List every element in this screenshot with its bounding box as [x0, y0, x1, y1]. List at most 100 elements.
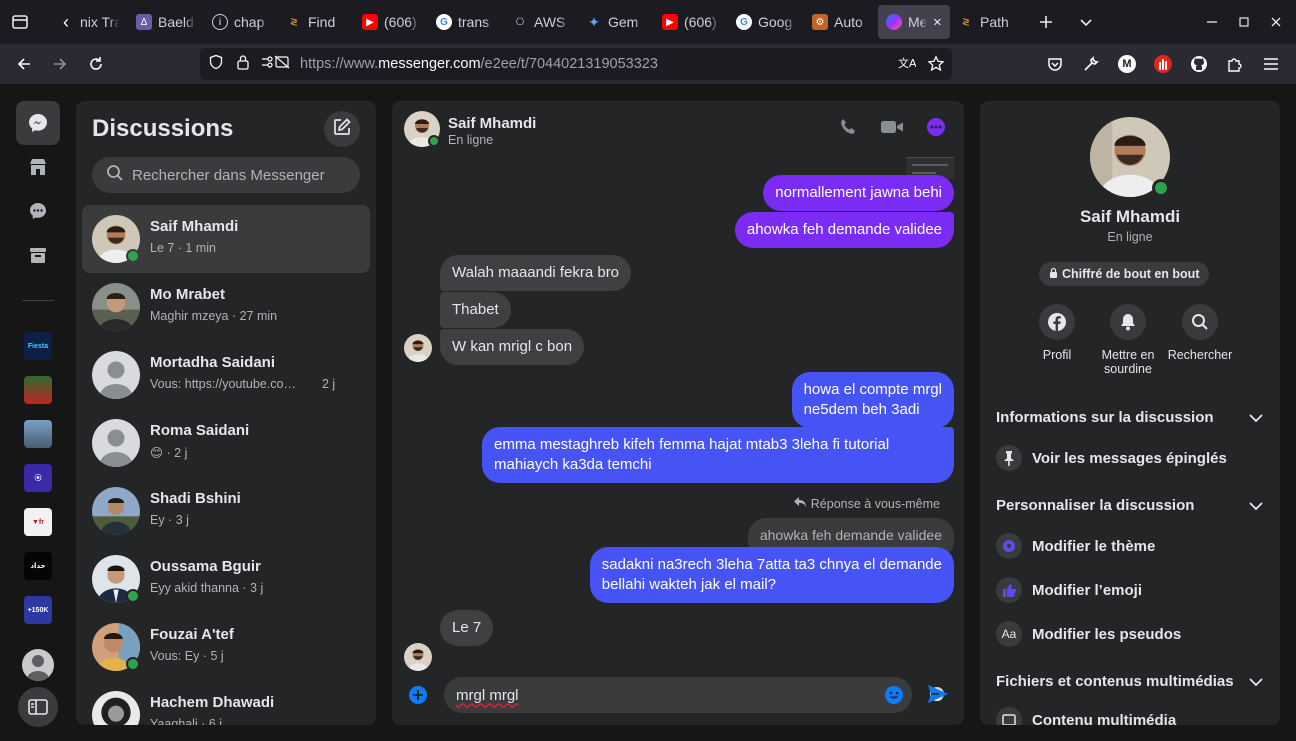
minimize-button[interactable]	[1196, 6, 1228, 38]
extensions-puzzle-icon[interactable]	[1219, 48, 1251, 80]
message-incoming[interactable]: Thabet	[440, 292, 511, 328]
tab-overview-icon[interactable]	[4, 6, 36, 38]
translate-icon[interactable]: 文A	[898, 56, 917, 76]
conversation-item[interactable]: Shadi Bshini Ey · 3 j	[82, 477, 370, 545]
message-outgoing[interactable]: normallement jawna behi	[763, 175, 954, 211]
mute-action[interactable]: Mettre en sourdine	[1092, 304, 1164, 376]
change-emoji-item[interactable]: Modifier l’emoji	[996, 577, 1142, 603]
contact-name[interactable]: Saif Mhamdi	[448, 115, 536, 132]
send-button[interactable]	[924, 682, 952, 710]
message-input[interactable]: mrgl mrgl	[444, 677, 912, 713]
close-tab-icon[interactable]: ✕	[933, 16, 942, 29]
browser-tab-bar: ‹ nix Tra Δ Baeld i chap ≷ Find ▶ (606) Gtrans ⎔ AWS…	[0, 0, 1296, 44]
conversation-item[interactable]: Fouzai A'tef Vous: Ey · 5 j	[82, 613, 370, 681]
new-tab-button[interactable]	[1030, 6, 1062, 38]
shield-icon[interactable]	[208, 54, 224, 74]
url-bar[interactable]: https://www.messenger.com/e2ee/t/7044021…	[200, 48, 952, 80]
browser-tab[interactable]: Δ Baeld	[128, 0, 204, 44]
pocket-icon[interactable]	[1039, 48, 1071, 80]
extension-m-icon[interactable]: M	[1111, 48, 1143, 80]
conversation-info-button[interactable]	[924, 117, 948, 141]
browser-tab[interactable]: ▶ (606)	[354, 0, 428, 44]
tab-list-chevron-icon[interactable]	[1070, 6, 1102, 38]
wrench-icon[interactable]	[1075, 48, 1107, 80]
info-avatar[interactable]	[1090, 117, 1170, 197]
community-app-icon-2[interactable]	[24, 376, 52, 404]
media-item[interactable]: Contenu multimédia	[996, 707, 1176, 725]
conversation-item[interactable]: Hachem Dhawadi Yaaghali · 6 j	[82, 681, 370, 725]
chevron-down-icon[interactable]	[1248, 499, 1264, 518]
chevron-down-icon[interactable]	[1248, 675, 1264, 694]
emoji-picker-icon[interactable]	[884, 685, 904, 710]
extension-hand-icon[interactable]	[1147, 48, 1179, 80]
search-input[interactable]: Rechercher dans Messenger	[92, 157, 360, 193]
back-arrow-icon[interactable]	[8, 48, 40, 80]
browser-tab[interactable]: ≷ Path	[950, 0, 1026, 44]
lock-icon[interactable]	[236, 54, 250, 74]
close-window-button[interactable]	[1260, 6, 1292, 38]
marketplace-icon[interactable]	[16, 145, 60, 189]
browser-tab[interactable]: ⚙ Auto	[804, 0, 878, 44]
more-actions-button[interactable]	[406, 685, 430, 709]
profile-avatar[interactable]	[22, 649, 54, 681]
pinned-messages-item[interactable]: Voir les messages épinglés	[996, 445, 1227, 471]
conversation-item[interactable]: Oussama Bguir Eyy akid thanna · 3 j	[82, 545, 370, 613]
message-incoming[interactable]: Le 7	[440, 610, 494, 646]
conversation-item[interactable]: Mortadha Saidani Vous: https://youtube.co…	[82, 341, 370, 409]
message-outgoing[interactable]: ahowka feh demande validee	[734, 212, 954, 248]
requests-icon[interactable]	[16, 189, 60, 233]
community-app-icon-7[interactable]: +150K	[24, 596, 52, 624]
forward-arrow-icon[interactable]	[44, 48, 76, 80]
archive-icon[interactable]	[16, 233, 60, 277]
browser-tab[interactable]: Gtrans	[428, 0, 504, 44]
conversation-name: Fouzai A'tef	[150, 626, 234, 643]
community-app-icon-6[interactable]: حداد	[24, 552, 52, 580]
new-message-button[interactable]	[324, 111, 360, 147]
change-theme-item[interactable]: Modifier le thème	[996, 533, 1155, 559]
community-app-icon-1[interactable]: Fiesta	[24, 332, 52, 360]
hamburger-menu-icon[interactable]	[1255, 48, 1287, 80]
message-outgoing[interactable]: howa el compte mrgl ne5dem beh 3adi	[791, 372, 954, 428]
chats-nav-icon[interactable]	[16, 101, 60, 145]
browser-tab[interactable]: Me ✕	[878, 5, 950, 39]
search-action[interactable]: Rechercher	[1164, 304, 1236, 362]
message-outgoing[interactable]: emma mestaghreb kifeh femma hajat mtab3 …	[482, 427, 954, 483]
github-icon[interactable]	[1183, 48, 1215, 80]
maximize-button[interactable]	[1228, 6, 1260, 38]
toggle-sidebar-icon[interactable]	[18, 687, 58, 727]
message-incoming[interactable]: Walah maaandi fekra bro	[440, 255, 632, 291]
community-app-icon-4[interactable]: ⦿	[24, 464, 52, 492]
browser-tab[interactable]: ‹ nix Tra	[50, 0, 128, 44]
encryption-badge[interactable]: Chiffré de bout en bout	[1039, 262, 1210, 286]
contact-avatar[interactable]	[404, 111, 440, 147]
url-text[interactable]: https://www.messenger.com/e2ee/t/7044021…	[300, 56, 658, 72]
chevron-down-icon[interactable]	[1248, 411, 1264, 430]
browser-tab[interactable]: ✦ Gem	[578, 0, 654, 44]
reload-icon[interactable]	[80, 48, 112, 80]
profile-action[interactable]: Profil	[1021, 304, 1093, 362]
message-outgoing[interactable]: sadakni na3rech 3leha 7atta ta3 chnya el…	[589, 547, 954, 603]
browser-tab[interactable]: i chap	[204, 0, 278, 44]
conversation-item[interactable]: Mo Mrabet Maghir mzeya · 27 min	[82, 273, 370, 341]
contact-small-avatar[interactable]	[404, 334, 432, 362]
permissions-icon[interactable]	[260, 54, 290, 74]
section-chat-info[interactable]: Informations sur la discussion	[996, 409, 1214, 426]
conversation-item[interactable]: Saif Mhamdi Le 7 · 1 min	[82, 205, 370, 273]
section-media[interactable]: Fichiers et contenus multimédias	[996, 673, 1234, 690]
video-call-button[interactable]	[875, 115, 909, 143]
browser-tab[interactable]: ▶ (606)	[654, 0, 728, 44]
message-incoming[interactable]: W kan mrigl c bon	[440, 329, 585, 365]
audio-call-button[interactable]	[832, 115, 864, 143]
conversation-item[interactable]: Roma Saidani 😊 · 2 j	[82, 409, 370, 477]
community-app-icon-3[interactable]	[24, 420, 52, 448]
messenger-app: Fiesta ⦿ ▼fr حداد +150K Discussions Rech…	[0, 84, 1296, 741]
tab-title: (606)	[684, 14, 717, 30]
change-nicknames-item[interactable]: Aa Modifier les pseudos	[996, 621, 1181, 647]
browser-tab[interactable]: ⎔ AWS	[504, 0, 578, 44]
section-customize[interactable]: Personnaliser la discussion	[996, 497, 1194, 514]
browser-tab[interactable]: G Goog	[728, 0, 804, 44]
bookmark-star-icon[interactable]	[927, 55, 945, 77]
contact-small-avatar[interactable]	[404, 643, 432, 671]
browser-tab[interactable]: ≷ Find	[278, 0, 354, 44]
community-app-icon-5[interactable]: ▼fr	[24, 508, 52, 536]
